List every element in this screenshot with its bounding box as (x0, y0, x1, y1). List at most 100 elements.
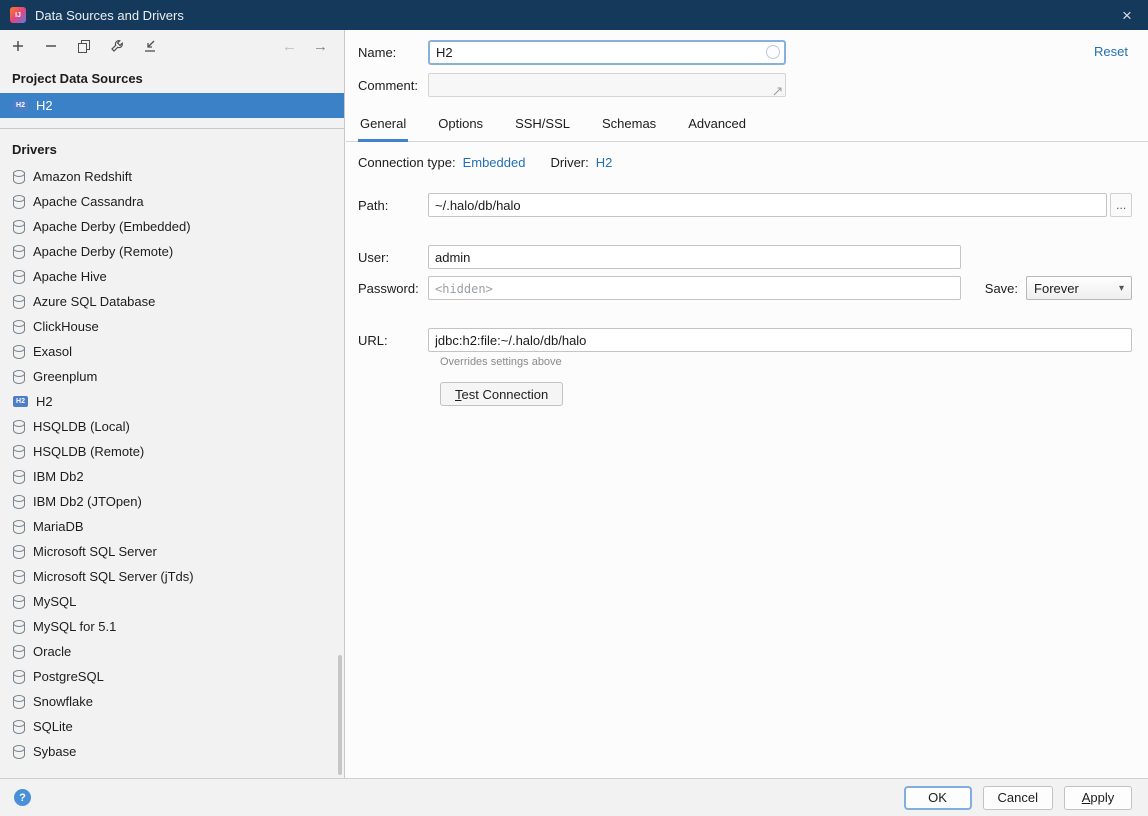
import-icon[interactable] (142, 38, 158, 54)
driver-item-oracle[interactable]: Oracle (0, 639, 344, 664)
driver-item-microsoft-sql-server-jtds[interactable]: Microsoft SQL Server (jTds) (0, 564, 344, 589)
driver-item-apache-derby-remote[interactable]: Apache Derby (Remote) (0, 239, 344, 264)
driver-item-h2[interactable]: H2 (0, 389, 344, 414)
database-icon (13, 170, 25, 184)
tab-ssh-ssl[interactable]: SSH/SSL (513, 109, 572, 142)
driver-item-apache-cassandra[interactable]: Apache Cassandra (0, 189, 344, 214)
comment-input[interactable] (428, 73, 786, 97)
database-icon (13, 320, 25, 334)
name-row: Name: Reset (358, 40, 1132, 65)
driver-item-apache-derby-embedded[interactable]: Apache Derby (Embedded) (0, 214, 344, 239)
help-icon[interactable] (14, 789, 31, 806)
tab-general[interactable]: General (358, 109, 408, 142)
name-indicator-icon (766, 45, 780, 59)
tab-schemas[interactable]: Schemas (600, 109, 658, 142)
project-data-sources-header: Project Data Sources (0, 62, 344, 93)
apply-button[interactable]: Apply (1064, 786, 1132, 810)
database-icon (13, 370, 25, 384)
user-row: User: (358, 245, 1132, 269)
driver-item-hsqldb-remote[interactable]: HSQLDB (Remote) (0, 439, 344, 464)
driver-item-clickhouse[interactable]: ClickHouse (0, 314, 344, 339)
reset-link[interactable]: Reset (1094, 44, 1128, 59)
connection-type-row: Connection type: Embedded Driver: H2 (358, 155, 1132, 170)
path-label: Path: (358, 198, 428, 213)
driver-item-ibm-db2[interactable]: IBM Db2 (0, 464, 344, 489)
driver-item-mysql[interactable]: MySQL (0, 589, 344, 614)
connection-type-value-link[interactable]: Embedded (463, 155, 526, 170)
driver-item-sybase[interactable]: Sybase (0, 739, 344, 764)
close-icon[interactable] (1116, 7, 1138, 24)
duplicate-icon[interactable] (76, 38, 92, 54)
titlebar: Data Sources and Drivers (0, 0, 1148, 30)
database-icon (13, 520, 25, 534)
driver-properties-wrench-icon[interactable] (109, 38, 125, 54)
ok-button[interactable]: OK (904, 786, 972, 810)
database-icon (13, 445, 25, 459)
database-icon (13, 420, 25, 434)
database-icon (13, 295, 25, 309)
driver-item-apache-hive[interactable]: Apache Hive (0, 264, 344, 289)
password-input[interactable] (428, 276, 961, 300)
database-icon (13, 670, 25, 684)
history-nav: ← → (282, 39, 334, 54)
database-icon (13, 220, 25, 234)
database-icon (13, 495, 25, 509)
driver-item-microsoft-sql-server[interactable]: Microsoft SQL Server (0, 539, 344, 564)
driver-item-greenplum[interactable]: Greenplum (0, 364, 344, 389)
password-label: Password: (358, 281, 428, 296)
tab-options[interactable]: Options (436, 109, 485, 142)
comment-label: Comment: (358, 78, 428, 93)
database-icon (13, 245, 25, 259)
driver-item-azure-sql-database[interactable]: Azure SQL Database (0, 289, 344, 314)
url-label: URL: (358, 333, 428, 348)
database-icon (13, 545, 25, 559)
url-hint: Overrides settings above (440, 356, 1132, 368)
name-label: Name: (358, 45, 428, 60)
expand-icon[interactable] (773, 84, 782, 93)
database-icon (13, 270, 25, 284)
main-panel: Name: Reset Comment: General Options (346, 30, 1148, 778)
driver-item-exasol[interactable]: Exasol (0, 339, 344, 364)
data-source-item-h2[interactable]: H2 (0, 93, 344, 118)
save-dropdown-value: Forever (1034, 281, 1079, 296)
drivers-header: Drivers (0, 133, 344, 164)
remove-icon[interactable] (43, 38, 59, 54)
url-input[interactable] (428, 328, 1132, 352)
save-label: Save: (985, 281, 1018, 296)
user-input[interactable] (428, 245, 961, 269)
driver-item-hsqldb-local[interactable]: HSQLDB (Local) (0, 414, 344, 439)
sidebar-toolbar: ← → (0, 30, 344, 62)
database-icon (13, 695, 25, 709)
driver-item-amazon-redshift[interactable]: Amazon Redshift (0, 164, 344, 189)
user-label: User: (358, 250, 428, 265)
h2-icon (13, 396, 28, 407)
tab-advanced[interactable]: Advanced (686, 109, 748, 142)
password-row: Password: Save: Forever ▾ (358, 276, 1132, 300)
browse-button[interactable]: ... (1110, 193, 1132, 217)
database-icon (13, 195, 25, 209)
database-icon (13, 595, 25, 609)
chevron-down-icon: ▾ (1119, 283, 1124, 294)
driver-item-ibm-db2-jtopen[interactable]: IBM Db2 (JTOpen) (0, 489, 344, 514)
url-row: URL: (358, 328, 1132, 352)
sidebar-scrollbar[interactable] (338, 655, 342, 775)
driver-item-sqlite[interactable]: SQLite (0, 714, 344, 739)
add-icon[interactable] (10, 38, 26, 54)
database-icon (13, 720, 25, 734)
driver-item-mariadb[interactable]: MariaDB (0, 514, 344, 539)
forward-arrow-icon[interactable]: → (313, 39, 328, 54)
cancel-button[interactable]: Cancel (983, 786, 1053, 810)
path-row: Path: ... (358, 193, 1132, 217)
driver-item-mysql-for-51[interactable]: MySQL for 5.1 (0, 614, 344, 639)
back-arrow-icon[interactable]: ← (282, 39, 297, 54)
name-input[interactable] (428, 40, 786, 65)
database-icon (13, 645, 25, 659)
database-icon (13, 620, 25, 634)
path-input[interactable] (428, 193, 1107, 217)
driver-value-link[interactable]: H2 (596, 155, 613, 170)
connection-type-label: Connection type: (358, 155, 456, 170)
test-connection-button[interactable]: Test Connection (440, 382, 563, 406)
driver-item-postgresql[interactable]: PostgreSQL (0, 664, 344, 689)
driver-item-snowflake[interactable]: Snowflake (0, 689, 344, 714)
save-dropdown[interactable]: Forever ▾ (1026, 276, 1132, 300)
